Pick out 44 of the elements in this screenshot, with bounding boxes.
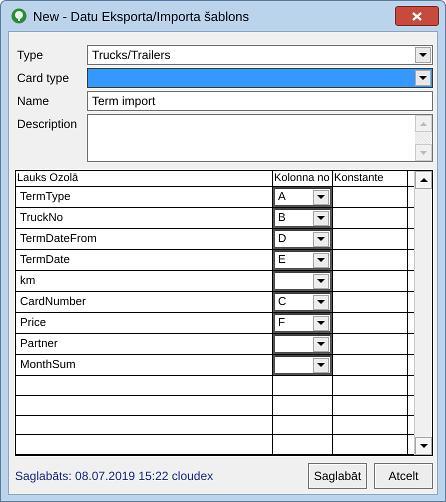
column-header: Lauks Ozolā	[16, 171, 273, 186]
dropdown-field[interactable]	[87, 68, 433, 88]
caret-icon	[313, 232, 329, 246]
caret-icon	[313, 252, 329, 268]
column-dropdown[interactable]	[273, 355, 332, 375]
field-label: Name	[17, 93, 50, 110]
down-arrow-icon	[420, 444, 428, 448]
column-header: Konstante	[333, 171, 408, 186]
caret-icon	[313, 210, 329, 226]
column-dropdown[interactable]: A	[273, 187, 332, 207]
input-field[interactable]: Term import	[87, 91, 433, 111]
text-area[interactable]	[87, 114, 433, 162]
column-dropdown[interactable]: D	[273, 229, 332, 249]
column-dropdown[interactable]	[273, 271, 332, 291]
caret-icon	[313, 316, 329, 330]
caret-icon	[313, 190, 329, 204]
caret-icon	[313, 274, 329, 288]
caret-icon	[313, 358, 329, 372]
close-icon	[412, 12, 422, 20]
column-header: Kolonna no	[273, 171, 333, 186]
dropdown-field[interactable]: Trucks/Trailers	[87, 45, 433, 65]
scrollbar[interactable]	[415, 115, 432, 161]
dialog-button[interactable]: Saglabāt	[308, 463, 367, 489]
column-dropdown[interactable]	[273, 334, 332, 354]
column-dropdown[interactable]: E	[273, 250, 332, 270]
field-label: Card type	[17, 70, 70, 87]
up-arrow-icon	[420, 178, 428, 182]
down-arrow-icon	[420, 150, 427, 154]
field-label: Description	[17, 116, 78, 133]
caret-icon	[415, 70, 431, 86]
column-dropdown[interactable]: B	[273, 208, 332, 228]
tree-icon	[11, 8, 27, 24]
window-title: New - Datu Eksporta/Importa šablons	[33, 8, 250, 24]
status-text: Saglabāts: 08.07.2019 15:22 cloudex	[15, 469, 214, 483]
caret-icon	[313, 294, 329, 310]
column-dropdown[interactable]: C	[273, 292, 332, 312]
caret-icon	[415, 47, 431, 63]
dialog-button[interactable]: Atcelt	[374, 463, 433, 489]
caret-icon	[313, 336, 329, 352]
scrollbar[interactable]	[414, 171, 432, 455]
field-label: Type	[17, 47, 44, 64]
close-button[interactable]	[395, 6, 439, 26]
up-arrow-icon	[420, 122, 427, 126]
column-dropdown[interactable]: F	[273, 313, 332, 333]
